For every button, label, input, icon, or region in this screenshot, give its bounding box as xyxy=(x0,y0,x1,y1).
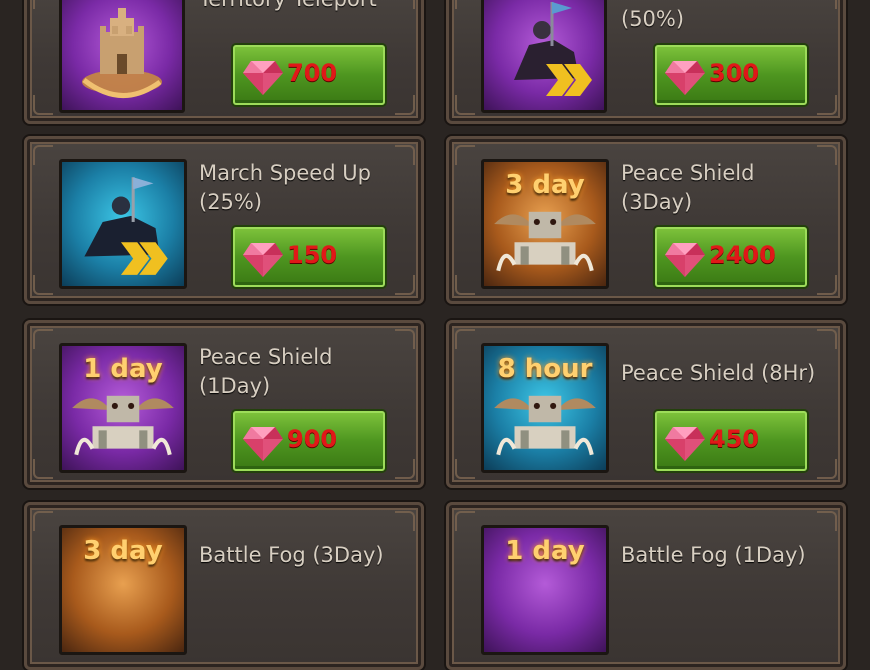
price-label: 2400 xyxy=(709,241,776,269)
store-item-card: 3 day Battle Fog (3Day) xyxy=(24,502,424,670)
frame-corner xyxy=(33,459,53,479)
frame-corner xyxy=(817,459,837,479)
gem-icon xyxy=(243,427,283,461)
frame-corner xyxy=(395,329,415,349)
frame-corner xyxy=(33,0,53,9)
item-title: (50%) xyxy=(621,7,685,31)
frame-corner xyxy=(455,275,475,295)
frame-corner xyxy=(455,511,475,531)
duration-badge: 3 day xyxy=(83,536,163,566)
item-title: Territory Teleport xyxy=(199,0,377,14)
price-label: 450 xyxy=(709,425,760,453)
peace-shield-icon[interactable]: 8 hour xyxy=(481,343,609,473)
frame-corner xyxy=(33,95,53,115)
frame-corner xyxy=(395,145,415,165)
price-label: 700 xyxy=(287,59,338,87)
frame-corner xyxy=(817,275,837,295)
duration-badge: 3 day xyxy=(505,170,585,200)
frame-corner xyxy=(817,145,837,165)
price-label: 900 xyxy=(287,425,338,453)
march-speed-icon[interactable] xyxy=(481,0,607,113)
frame-corner xyxy=(455,329,475,349)
march-speed-icon[interactable] xyxy=(59,159,187,289)
item-title: Battle Fog (3Day) xyxy=(199,543,384,567)
frame-corner xyxy=(817,511,837,531)
duration-badge: 8 hour xyxy=(497,354,593,384)
battle-fog-icon[interactable]: 1 day xyxy=(481,525,609,655)
frame-corner xyxy=(33,511,53,531)
frame-corner xyxy=(817,329,837,349)
item-title: Peace Shield (1Day) xyxy=(199,345,333,398)
gem-icon xyxy=(243,61,283,95)
frame-corner xyxy=(817,0,837,9)
store-item-card: Territory Teleport 700 xyxy=(24,0,424,124)
frame-corner xyxy=(33,275,53,295)
frame-corner xyxy=(395,95,415,115)
battle-fog-icon[interactable]: 3 day xyxy=(59,525,187,655)
peace-shield-icon[interactable]: 3 day xyxy=(481,159,609,289)
store-item-card: 1 day Peace Shield (1Day) 900 xyxy=(24,320,424,488)
store-item-card: (50%) 300 xyxy=(446,0,846,124)
buy-button[interactable]: 450 xyxy=(655,411,807,471)
frame-corner xyxy=(455,95,475,115)
duration-badge: 1 day xyxy=(83,354,163,384)
buy-button[interactable]: 700 xyxy=(233,45,385,105)
frame-corner xyxy=(395,0,415,9)
item-title: Peace Shield (8Hr) xyxy=(621,361,816,385)
frame-corner xyxy=(817,95,837,115)
price-label: 300 xyxy=(709,59,760,87)
frame-corner xyxy=(395,459,415,479)
gem-icon xyxy=(665,427,705,461)
store-item-card: March Speed Up (25%) 150 xyxy=(24,136,424,304)
frame-corner xyxy=(395,511,415,531)
gem-icon xyxy=(665,243,705,277)
frame-corner xyxy=(395,275,415,295)
store-item-card: 3 day Peace Shield (3Day) 2400 xyxy=(446,136,846,304)
duration-badge: 1 day xyxy=(505,536,585,566)
item-title: Peace Shield (3Day) xyxy=(621,161,755,214)
item-title: March Speed Up (25%) xyxy=(199,161,371,214)
item-title: Battle Fog (1Day) xyxy=(621,543,806,567)
buy-button[interactable]: 150 xyxy=(233,227,385,287)
gem-icon xyxy=(243,243,283,277)
item-store-grid: Territory Teleport 700 (50 xyxy=(0,0,870,670)
gem-icon xyxy=(665,61,705,95)
frame-corner xyxy=(455,0,475,9)
store-item-card: 8 hour Peace Shield (8Hr) 450 xyxy=(446,320,846,488)
buy-button[interactable]: 2400 xyxy=(655,227,807,287)
frame-corner xyxy=(33,329,53,349)
frame-corner xyxy=(33,145,53,165)
buy-button[interactable]: 300 xyxy=(655,45,807,105)
castle-teleport-icon[interactable] xyxy=(59,0,185,113)
frame-corner xyxy=(455,459,475,479)
price-label: 150 xyxy=(287,241,338,269)
peace-shield-icon[interactable]: 1 day xyxy=(59,343,187,473)
frame-corner xyxy=(455,145,475,165)
buy-button[interactable]: 900 xyxy=(233,411,385,471)
store-item-card: 1 day Battle Fog (1Day) xyxy=(446,502,846,670)
